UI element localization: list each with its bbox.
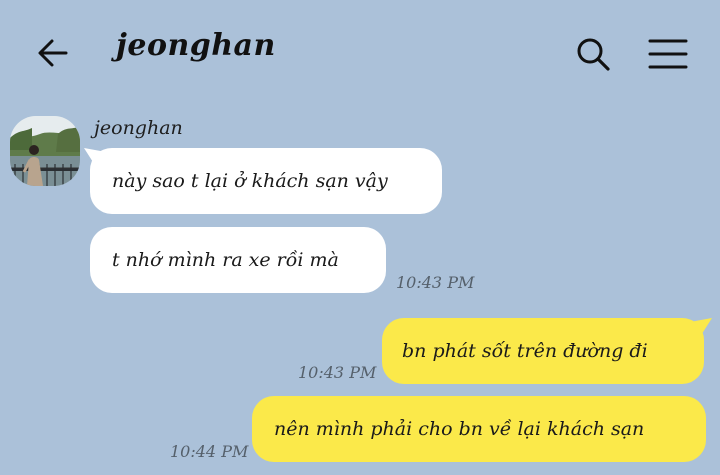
message-bubble-outgoing[interactable]: nên mình phải cho bn về lại khách sạn (252, 396, 706, 462)
avatar[interactable] (10, 116, 80, 186)
message-text: nên mình phải cho bn về lại khách sạn (274, 418, 645, 440)
message-timestamp: 10:44 PM (170, 442, 249, 461)
profile-photo (10, 116, 80, 186)
message-bubble-incoming[interactable]: t nhớ mình ra xe rồi mà (90, 227, 386, 293)
search-button[interactable] (572, 33, 614, 75)
message-text: t nhớ mình ra xe rồi mà (112, 249, 339, 271)
message-timestamp: 10:43 PM (396, 273, 475, 292)
chat-header: jeonghan (0, 0, 720, 100)
hamburger-menu-icon (648, 39, 688, 69)
message-bubble-incoming[interactable]: này sao t lại ở khách sạn vậy (90, 148, 442, 214)
sender-name: jeonghan (94, 117, 183, 139)
message-text: bn phát sốt trên đường đi (402, 340, 648, 362)
message-bubble-outgoing[interactable]: bn phát sốt trên đường đi (382, 318, 704, 384)
back-button[interactable] (34, 34, 74, 74)
message-timestamp: 10:43 PM (298, 363, 377, 382)
arrow-left-icon (38, 39, 68, 67)
message-text: này sao t lại ở khách sạn vậy (112, 170, 388, 192)
chat-title: jeonghan (116, 28, 276, 63)
search-icon (577, 38, 610, 71)
menu-button[interactable] (646, 36, 690, 72)
